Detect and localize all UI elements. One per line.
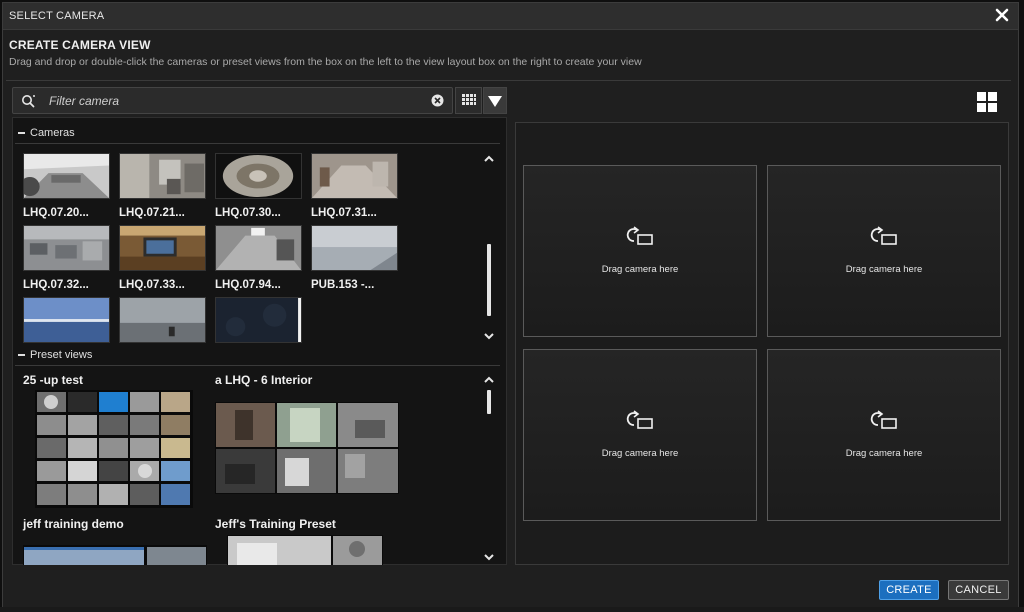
filter-camera-input[interactable]	[49, 92, 429, 110]
layout-slot[interactable]: Drag camera here	[523, 165, 757, 337]
camera-label: LHQ.07.94...	[215, 279, 281, 291]
camera-label: LHQ.07.20...	[23, 207, 89, 219]
camera-label: PUB.153 -...	[311, 279, 375, 291]
search-icon[interactable]	[20, 93, 38, 109]
drag-camera-label: Drag camera here	[601, 264, 679, 275]
camera-item[interactable]: LHQ.07.31...	[311, 153, 399, 219]
camera-item[interactable]	[215, 297, 303, 348]
camera-item[interactable]: LHQ.07.21...	[119, 153, 207, 219]
camera-label: LHQ.07.30...	[215, 207, 281, 219]
preset-views-section-header[interactable]: Preset views	[15, 346, 500, 366]
preset-item[interactable]: Jeff's Training Preset	[215, 517, 383, 565]
camera-item[interactable]: LHQ.07.32...	[23, 225, 111, 291]
preset-label: Jeff's Training Preset	[215, 517, 336, 531]
camera-thumbnail	[215, 297, 302, 343]
preset-thumbnail	[23, 545, 207, 565]
camera-label: LHQ.07.33...	[119, 279, 185, 291]
camera-item[interactable]: LHQ.07.94...	[215, 225, 303, 291]
camera-thumbnail	[119, 153, 206, 199]
camera-item[interactable]: LHQ.07.20...	[20, 153, 111, 219]
clear-filter-icon[interactable]	[431, 94, 444, 107]
presets-scroll-down-icon[interactable]	[483, 552, 495, 562]
preset-thumbnail	[215, 402, 399, 494]
grid-icon	[462, 94, 476, 105]
drag-camera-label: Drag camera here	[601, 448, 679, 459]
cameras-section-header[interactable]: Cameras	[15, 124, 500, 144]
close-icon[interactable]	[994, 7, 1010, 23]
camera-item[interactable]: PUB.153 -...	[311, 225, 399, 291]
view-options-dropdown[interactable]	[483, 87, 507, 114]
camera-thumbnail	[215, 225, 302, 271]
camera-thumbnail	[119, 297, 206, 343]
drag-camera-label: Drag camera here	[845, 448, 923, 459]
page-title: CREATE CAMERA VIEW	[9, 38, 151, 52]
preset-label: 25 -up test	[23, 373, 84, 387]
preset-label: jeff training demo	[23, 517, 124, 531]
camera-thumbnail	[20, 153, 110, 199]
cameras-scroll-up-icon[interactable]	[483, 154, 495, 164]
drag-camera-icon	[870, 410, 897, 429]
preset-item[interactable]: a LHQ - 6 Interior	[215, 373, 399, 494]
camera-label: LHQ.07.21...	[119, 207, 185, 219]
layout-slot[interactable]: Drag camera here	[767, 165, 1001, 337]
cameras-scroll-down-icon[interactable]	[483, 331, 495, 341]
camera-label: LHQ.07.31...	[311, 207, 377, 219]
cancel-button[interactable]: CANCEL	[948, 580, 1009, 600]
camera-item[interactable]	[23, 297, 111, 348]
camera-thumbnail	[311, 225, 398, 271]
background-strip	[0, 607, 1024, 612]
camera-item[interactable]	[119, 297, 207, 348]
camera-thumbnail	[23, 225, 110, 271]
camera-thumbnail	[215, 153, 302, 199]
drag-camera-icon	[626, 410, 653, 429]
camera-thumbnail	[23, 297, 110, 343]
drag-camera-icon	[626, 226, 653, 245]
layout-grid-icon[interactable]	[976, 91, 998, 113]
create-button[interactable]: CREATE	[879, 580, 939, 600]
presets-scroll-up-icon[interactable]	[483, 375, 495, 385]
dropdown-arrow-icon	[488, 96, 502, 107]
preset-label: a LHQ - 6 Interior	[215, 373, 313, 387]
preset-thumbnail	[227, 535, 383, 565]
dialog-header: CREATE CAMERA VIEW Drag and drop or doub…	[3, 31, 1018, 83]
camera-label: LHQ.07.32...	[23, 279, 89, 291]
instructions-text: Drag and drop or double-click the camera…	[9, 56, 642, 68]
camera-list-panel: Cameras LHQ.07.20... LHQ.07.21... LHQ.07…	[12, 117, 507, 565]
layout-slot[interactable]: Drag camera here	[767, 349, 1001, 521]
presets-scrollbar[interactable]	[487, 390, 491, 414]
filter-bar	[12, 87, 453, 114]
view-layout-box[interactable]: Drag camera here Drag camera here Drag c…	[515, 122, 1009, 565]
drag-camera-icon	[870, 226, 897, 245]
preset-item[interactable]: 25 -up test	[23, 373, 193, 508]
header-divider	[6, 80, 1011, 81]
preset-item[interactable]: jeff training demo	[23, 517, 207, 565]
collapse-icon	[18, 132, 25, 134]
camera-thumbnail	[119, 225, 206, 271]
preset-thumbnail	[35, 390, 193, 508]
collapse-icon	[18, 354, 25, 356]
camera-item[interactable]: LHQ.07.33...	[119, 225, 207, 291]
layout-slot[interactable]: Drag camera here	[523, 349, 757, 521]
title-bar: SELECT CAMERA	[3, 3, 1018, 30]
grid-view-button[interactable]	[455, 87, 482, 114]
camera-thumbnail	[311, 153, 398, 199]
window-title: SELECT CAMERA	[9, 10, 105, 22]
drag-camera-label: Drag camera here	[845, 264, 923, 275]
cameras-scrollbar[interactable]	[487, 244, 491, 316]
camera-item[interactable]: LHQ.07.30...	[215, 153, 303, 219]
